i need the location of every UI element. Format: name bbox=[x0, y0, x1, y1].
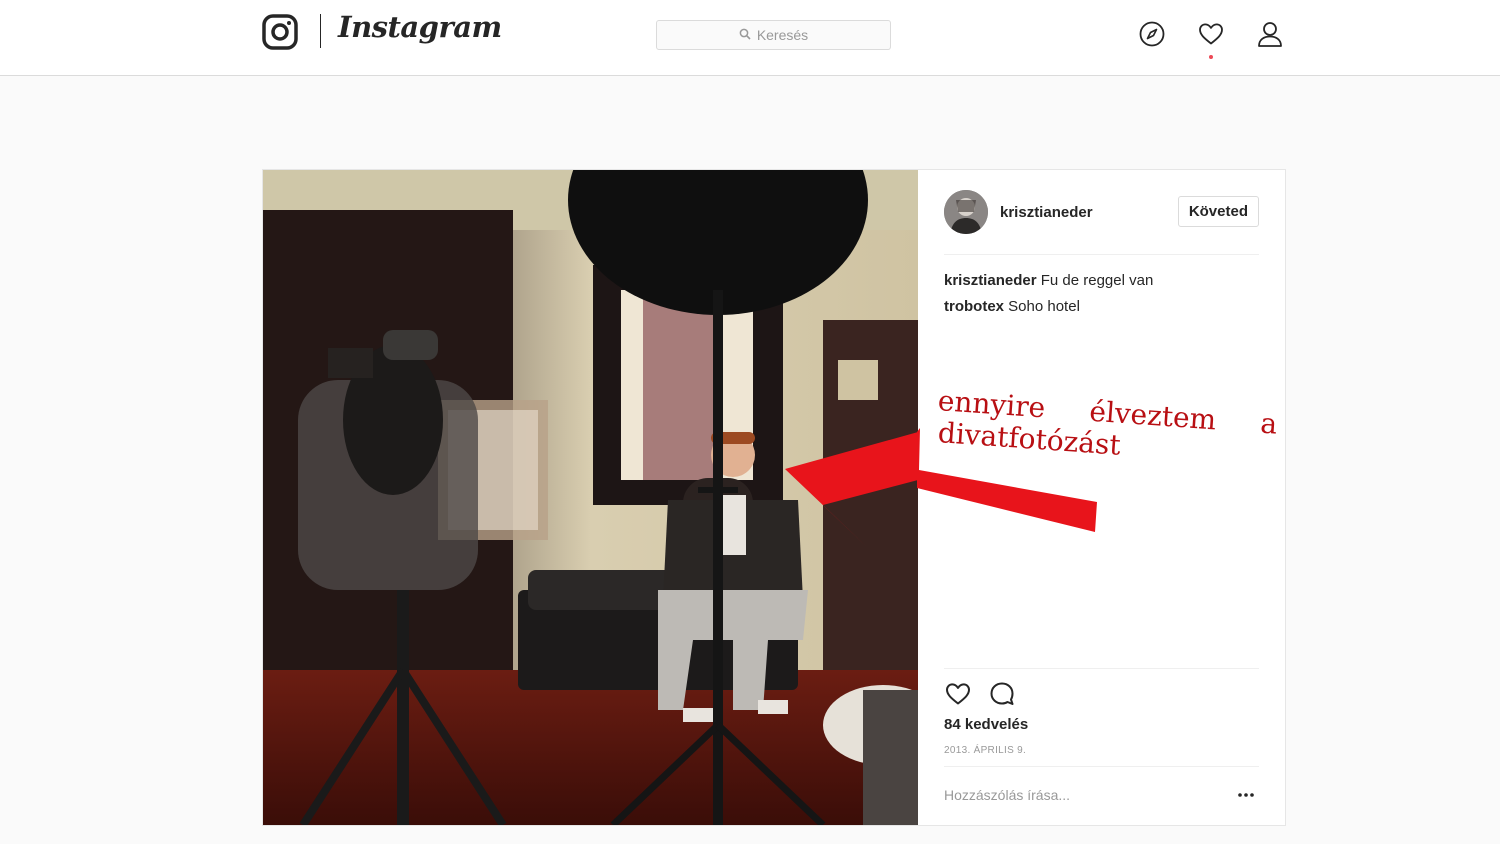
divider bbox=[944, 668, 1259, 669]
logo-divider bbox=[320, 14, 321, 48]
comment-username[interactable]: krisztianeder bbox=[944, 272, 1037, 289]
comment-text: Fu de reggel van bbox=[1040, 272, 1154, 289]
compass-icon[interactable] bbox=[1138, 20, 1166, 48]
post-header: krisztianeder Követed bbox=[944, 190, 1259, 234]
photo-illustration bbox=[263, 170, 918, 825]
divider bbox=[944, 766, 1259, 767]
post-sidebar: krisztianeder Követed krisztianeder Fu d… bbox=[917, 170, 1285, 825]
post-photo[interactable] bbox=[263, 170, 918, 825]
instagram-glyph-icon[interactable] bbox=[262, 14, 298, 50]
comment-text: Soho hotel bbox=[1008, 298, 1080, 315]
heart-icon[interactable] bbox=[1197, 20, 1225, 48]
annotation-word: a bbox=[1259, 406, 1279, 441]
search-placeholder: Keresés bbox=[756, 27, 809, 43]
post-date: 2013. ÁPRILIS 9. bbox=[944, 745, 1027, 756]
comment-bubble-icon[interactable] bbox=[988, 680, 1016, 708]
comment: trobotex Soho hotel bbox=[944, 294, 1259, 320]
ellipsis-icon[interactable] bbox=[1236, 788, 1256, 802]
instagram-wordmark[interactable]: Instagram bbox=[338, 10, 502, 44]
comments-list: krisztianeder Fu de reggel van trobotex … bbox=[944, 268, 1259, 320]
author-username[interactable]: krisztianeder bbox=[1000, 204, 1093, 221]
divider bbox=[944, 254, 1259, 255]
search-icon bbox=[739, 27, 751, 43]
notification-dot bbox=[1209, 55, 1213, 59]
following-button[interactable]: Követed bbox=[1177, 196, 1259, 227]
like-heart-icon[interactable] bbox=[944, 680, 972, 708]
like-count[interactable]: 84 kedvelés bbox=[944, 716, 1028, 733]
avatar[interactable] bbox=[944, 190, 988, 234]
add-comment-input[interactable]: Hozzászólás írása... bbox=[944, 787, 1070, 803]
search-input[interactable]: Keresés bbox=[656, 20, 891, 50]
post-card: krisztianeder Követed krisztianeder Fu d… bbox=[262, 169, 1286, 826]
caption: krisztianeder Fu de reggel van bbox=[944, 268, 1259, 294]
top-navigation-bar: Instagram Keresés bbox=[0, 0, 1500, 76]
comment-username[interactable]: trobotex bbox=[944, 298, 1004, 315]
profile-icon[interactable] bbox=[1256, 20, 1284, 48]
handwritten-annotation: ennyire élveztem a divatfotózást bbox=[937, 384, 1279, 462]
